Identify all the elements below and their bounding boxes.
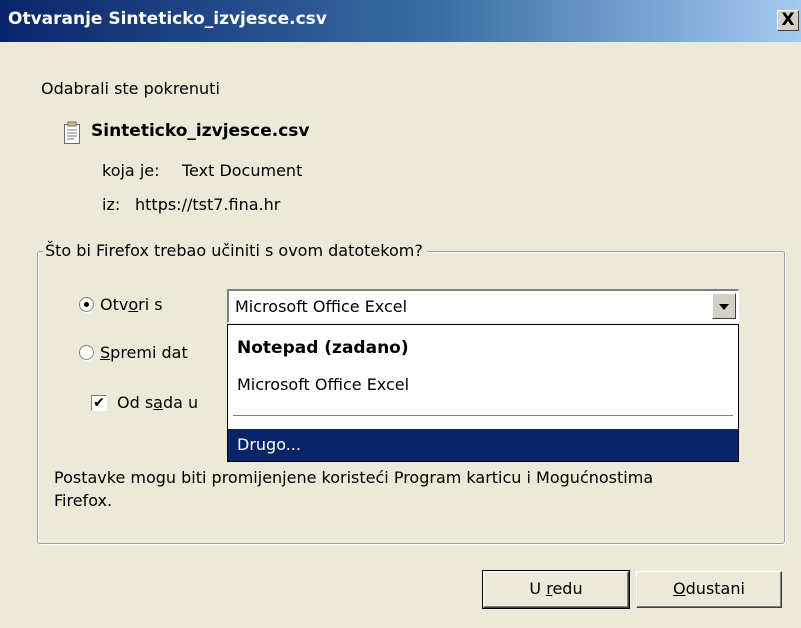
save-file-radio[interactable] [79,345,94,360]
application-dropdown-list: Notepad (zadano) Microsoft Office Excel … [227,324,739,462]
file-from-label: iz: [102,195,121,214]
window-title: Otvaranje Sinteticko_izvjesce.csv [8,9,327,29]
close-button[interactable]: X [777,10,799,31]
text-document-icon [64,121,80,144]
dropdown-item-other[interactable]: Drugo... [228,429,738,461]
dropdown-item-excel[interactable]: Microsoft Office Excel [228,369,738,401]
cancel-button[interactable]: Odustani [636,571,782,608]
remember-checkbox[interactable]: ✔ [91,395,107,411]
ok-button[interactable]: U redu [482,570,630,609]
action-group-legend: Što bi Firefox trebao učiniti s ovom dat… [43,241,427,260]
dropdown-item-notepad[interactable]: Notepad (zadano) [228,332,738,364]
application-select-value: Microsoft Office Excel [235,297,408,316]
open-with-radio[interactable] [79,297,94,312]
save-file-label[interactable]: Spremi dat [100,343,188,362]
title-bar: Otvaranje Sinteticko_izvjesce.csv X [0,0,801,42]
dropdown-separator [233,415,733,417]
file-type-value: Text Document [182,161,303,180]
close-icon: X [781,10,795,30]
check-icon: ✔ [93,395,105,411]
file-type-label: koja je: [102,161,160,180]
note-line-2: Firefox. [54,491,113,510]
application-select[interactable]: Microsoft Office Excel [227,289,739,323]
open-with-label[interactable]: Otvori s [100,295,163,314]
note-line-1: Postavke mogu biti promijenjene koristeć… [54,468,654,487]
file-name: Sinteticko_izvjesce.csv [91,121,310,141]
intro-text: Odabrali ste pokrenuti [41,79,220,98]
remember-label[interactable]: Od sada u [117,393,198,412]
file-from-value: https://tst7.fina.hr [135,195,281,214]
chevron-down-icon[interactable] [712,293,736,319]
